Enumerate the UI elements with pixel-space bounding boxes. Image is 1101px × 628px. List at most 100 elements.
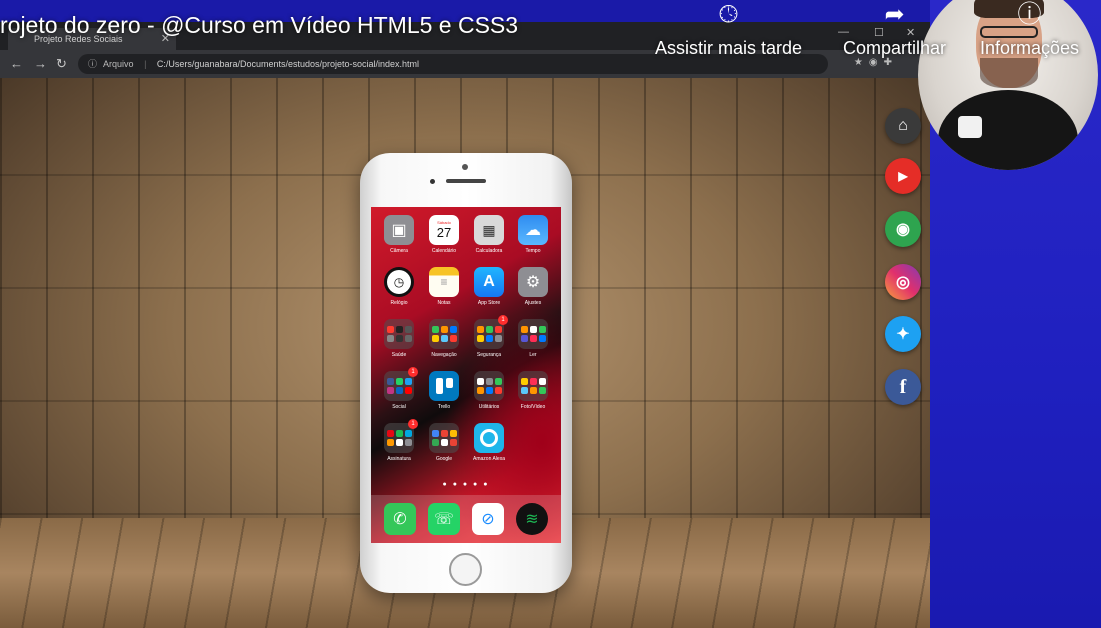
address-url: C:/Users/guanabara/Documents/estudos/pro… (156, 59, 420, 69)
folder-utilitarios[interactable]: Utilitários (467, 371, 511, 410)
share-icon: ➦ (884, 1, 905, 28)
folder-icon (429, 319, 459, 349)
presenter-beard (980, 58, 1038, 88)
info-icon[interactable]: ⓘ (88, 59, 97, 69)
video-title[interactable]: rojeto do zero - @Curso em Vídeo HTML5 e… (0, 12, 518, 39)
notes-icon: ≡ (429, 267, 459, 297)
app-label: Saúde (391, 352, 407, 358)
address-info-label: Arquivo (103, 59, 134, 69)
app-amazon-alexa[interactable]: Amazon Alexa (467, 423, 511, 462)
back-icon[interactable]: ← (10, 56, 23, 71)
home-link[interactable]: ⌂ (885, 108, 921, 144)
app-settings[interactable]: ⚙ Ajustes (511, 267, 555, 306)
app-app-store[interactable]: A App Store (467, 267, 511, 306)
settings-icon: ⚙ (518, 267, 548, 297)
folder-icon (518, 371, 548, 401)
app-label: Utilitários (478, 404, 500, 410)
alexa-icon (474, 423, 504, 453)
camera-icon: ▣ (384, 215, 414, 245)
share-label: Compartilhar (843, 38, 947, 58)
folder-social[interactable]: 1 Social (377, 367, 421, 410)
folder-icon (518, 319, 548, 349)
app-clock[interactable]: ◷ Relógio (377, 267, 421, 306)
folder-icon: 1 (384, 367, 418, 401)
trello-icon (429, 371, 459, 401)
folder-saude[interactable]: Saúde (377, 319, 421, 358)
youtube-link[interactable]: ▶ (885, 158, 921, 194)
app-label: Tempo (525, 248, 541, 254)
folder-seguranca[interactable]: 1 Segurança (467, 315, 511, 358)
facebook-link[interactable]: f (885, 369, 921, 405)
app-label: Calculadora (475, 248, 503, 254)
folder-google[interactable]: Google (422, 423, 466, 462)
app-label: Amazon Alexa (473, 456, 505, 462)
folder-assinatura[interactable]: 1 Assinatura (377, 419, 421, 462)
phone-camera (430, 179, 435, 184)
address-separator: | (144, 59, 147, 69)
folder-icon: 1 (474, 315, 508, 349)
reload-icon[interactable]: ↻ (56, 56, 67, 72)
app-label: Relógio (390, 300, 408, 306)
phone-speaker (446, 179, 486, 183)
twitter-icon: ✦ (896, 326, 910, 343)
dock-phone[interactable]: ✆ (378, 503, 422, 535)
watch-later-label: Assistir mais tarde (655, 38, 803, 58)
info-label: Informações (980, 38, 1080, 58)
home-icon: ⌂ (898, 117, 908, 134)
watch-later-button[interactable]: 🕓︎ Assistir mais tarde (655, 0, 802, 59)
youtube-icon: ▶ (898, 169, 908, 183)
folder-ler[interactable]: Ler (511, 319, 555, 358)
home-button[interactable] (449, 553, 482, 586)
calendar-day: 27 (436, 225, 452, 240)
twitter-link[interactable]: ✦ (885, 316, 921, 352)
app-label: App Store (477, 300, 501, 306)
dock-spotify[interactable]: ≋ (510, 503, 554, 535)
phone-mockup: ▣ Câmera Sábado 27 Calendário ▦ Calculad… (360, 153, 572, 593)
app-label: Câmera (390, 248, 408, 254)
clock-icon: 🕓︎ (719, 1, 738, 28)
app-label: Ler (529, 352, 537, 358)
info-button[interactable]: ⓘ Informações (980, 0, 1079, 59)
app-notes[interactable]: ≡ Notas (422, 267, 466, 306)
app-label: Google (435, 456, 453, 462)
calendar-icon: Sábado 27 (429, 215, 459, 245)
app-label: Social (392, 404, 406, 410)
share-button[interactable]: ➦ Compartilhar (843, 0, 946, 59)
phone-dock: ✆ ☏ ⊘ ≋ (371, 495, 561, 543)
app-camera[interactable]: ▣ Câmera (377, 215, 421, 254)
app-label: Assinatura (387, 456, 411, 462)
whatsapp-icon: ☏ (428, 503, 460, 535)
calculator-icon: ▦ (474, 215, 504, 245)
spotify-icon: ≋ (516, 503, 548, 535)
app-label: Ajustes (524, 300, 542, 306)
folder-icon: 1 (384, 419, 418, 453)
app-label: Calendário (431, 248, 457, 254)
clock-icon: ◷ (384, 267, 414, 297)
app-calculator[interactable]: ▦ Calculadora (467, 215, 511, 254)
folder-foto-video[interactable]: Foto/Vídeo (511, 371, 555, 410)
info-icon: ⓘ (1017, 1, 1042, 28)
instagram-link[interactable]: ◎ (885, 264, 921, 300)
page-indicator[interactable]: ● ● ● ● ● (371, 481, 561, 488)
page-content: ▣ Câmera Sábado 27 Calendário ▦ Calculad… (0, 78, 930, 628)
presenter-mug (958, 116, 982, 138)
app-label: Navegação (431, 352, 457, 358)
app-weather[interactable]: ☁ Tempo (511, 215, 555, 254)
app-calendar[interactable]: Sábado 27 Calendário (422, 215, 466, 254)
dock-whatsapp[interactable]: ☏ (422, 503, 466, 535)
app-label: Segurança (476, 352, 502, 358)
github-link[interactable]: ◉ (885, 211, 921, 247)
folder-icon (429, 423, 459, 453)
notification-badge: 1 (498, 315, 508, 325)
app-trello[interactable]: Trello (422, 371, 466, 410)
video-player[interactable]: Projeto Redes Sociais ✕ — ☐ ✕ ← → ↻ ⓘ Ar… (0, 0, 1101, 628)
github-icon: ◉ (896, 221, 910, 238)
app-label: Foto/Vídeo (520, 404, 546, 410)
notification-badge: 1 (408, 367, 418, 377)
forward-icon[interactable]: → (34, 56, 47, 71)
dock-safari[interactable]: ⊘ (466, 503, 510, 535)
notification-badge: 1 (408, 419, 418, 429)
phone-icon: ✆ (384, 503, 416, 535)
folder-navegacao[interactable]: Navegação (422, 319, 466, 358)
browser-window: Projeto Redes Sociais ✕ — ☐ ✕ ← → ↻ ⓘ Ar… (0, 22, 930, 628)
